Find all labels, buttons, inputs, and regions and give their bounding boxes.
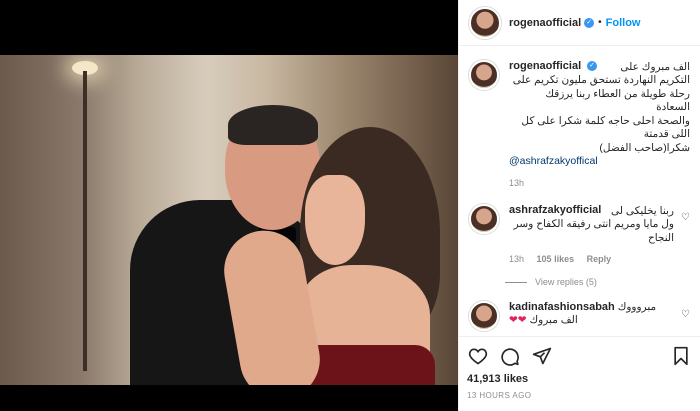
verified-badge-icon: ✓ [584,17,595,28]
like-heart-icon[interactable] [467,345,489,367]
heart-emoji: ❤❤ [509,314,527,326]
comment-text-line: رحلة طويلة من العطاء ربنا يرزقك السعادة [545,87,690,114]
avatar[interactable] [469,60,499,90]
comment-text-line: النجاح [647,231,674,244]
avatar[interactable] [469,6,501,39]
comment-text-line: ول مايا ومريم انتى رفيقه الكفاح وسر [513,218,674,230]
view-replies-button[interactable]: View replies (5) [505,277,690,287]
comment-time[interactable]: 13h [509,254,524,264]
comment-time[interactable]: 13h [509,178,524,188]
comment-text-line: مبروووك [617,300,657,313]
comment-text-line: الف مبروك [529,314,578,326]
comment-meta: 13h [509,177,690,191]
like-comment-heart-icon[interactable]: ♡ [681,309,690,320]
avatar[interactable] [469,300,499,331]
follow-button[interactable]: Follow [606,17,641,29]
photo-lamp-pole [83,71,87,371]
photo-man-hair [228,105,318,145]
comment-text-line: التكريم النهاردة تستحق مليون تكريم على [512,74,690,86]
avatar[interactable] [469,204,499,234]
like-comment-heart-icon[interactable]: ♡ [681,212,690,223]
comment-likes[interactable]: 105 likes [537,254,575,264]
comment-meta: 13h 105 likes Reply [509,253,690,267]
post-header: rogenaofficial ✓ • Follow [459,0,700,46]
comments-list[interactable]: rogenaofficial ✓ الف مبروك على التكريم ا… [459,46,700,336]
mention-link[interactable]: @ashrafzakyoffical [509,155,690,169]
comment-text-line: اللى قدمتة [643,128,690,140]
instagram-post-modal: rogenaofficial ✓ • Follow rogenaofficial… [0,0,700,411]
comment-username[interactable]: ashrafzakyofficial [509,204,601,216]
post-media [0,0,458,411]
post-actions: 41,913 likes 13 HOURS AGO [459,336,700,400]
separator-dot: • [598,17,602,28]
comment-bubble-icon[interactable] [499,345,521,367]
reply-button[interactable]: Reply [587,254,612,264]
photo-woman-face [305,175,365,265]
post-sidebar: rogenaofficial ✓ • Follow rogenaofficial… [458,0,700,411]
photo-dress [300,345,435,385]
comment-text-line: شكرا(صاحب الفضل) [599,141,690,154]
comment-text-line: والصحة احلى حاجه كلمة شكرا على كل [521,114,690,127]
comment-item: kadinafashionsabah مبروووك ❤❤ الف مبروك … [469,300,690,331]
comment-item: ashrafzakyofficial ربنا يخليكى لى ول ماي… [469,204,690,267]
post-timestamp[interactable]: 13 HOURS AGO [467,391,692,400]
share-paper-plane-icon[interactable] [531,345,553,367]
post-photo[interactable] [0,55,458,385]
verified-badge-icon: ✓ [587,61,598,72]
username-link[interactable]: rogenaofficial [509,17,581,29]
caption-comment: rogenaofficial ✓ الف مبروك على التكريم ا… [469,60,690,190]
likes-count[interactable]: 41,913 likes [467,373,692,385]
comment-username[interactable]: kadinafashionsabah [509,301,615,313]
save-bookmark-icon[interactable] [670,345,692,367]
comment-username[interactable]: rogenaofficial [509,60,581,72]
